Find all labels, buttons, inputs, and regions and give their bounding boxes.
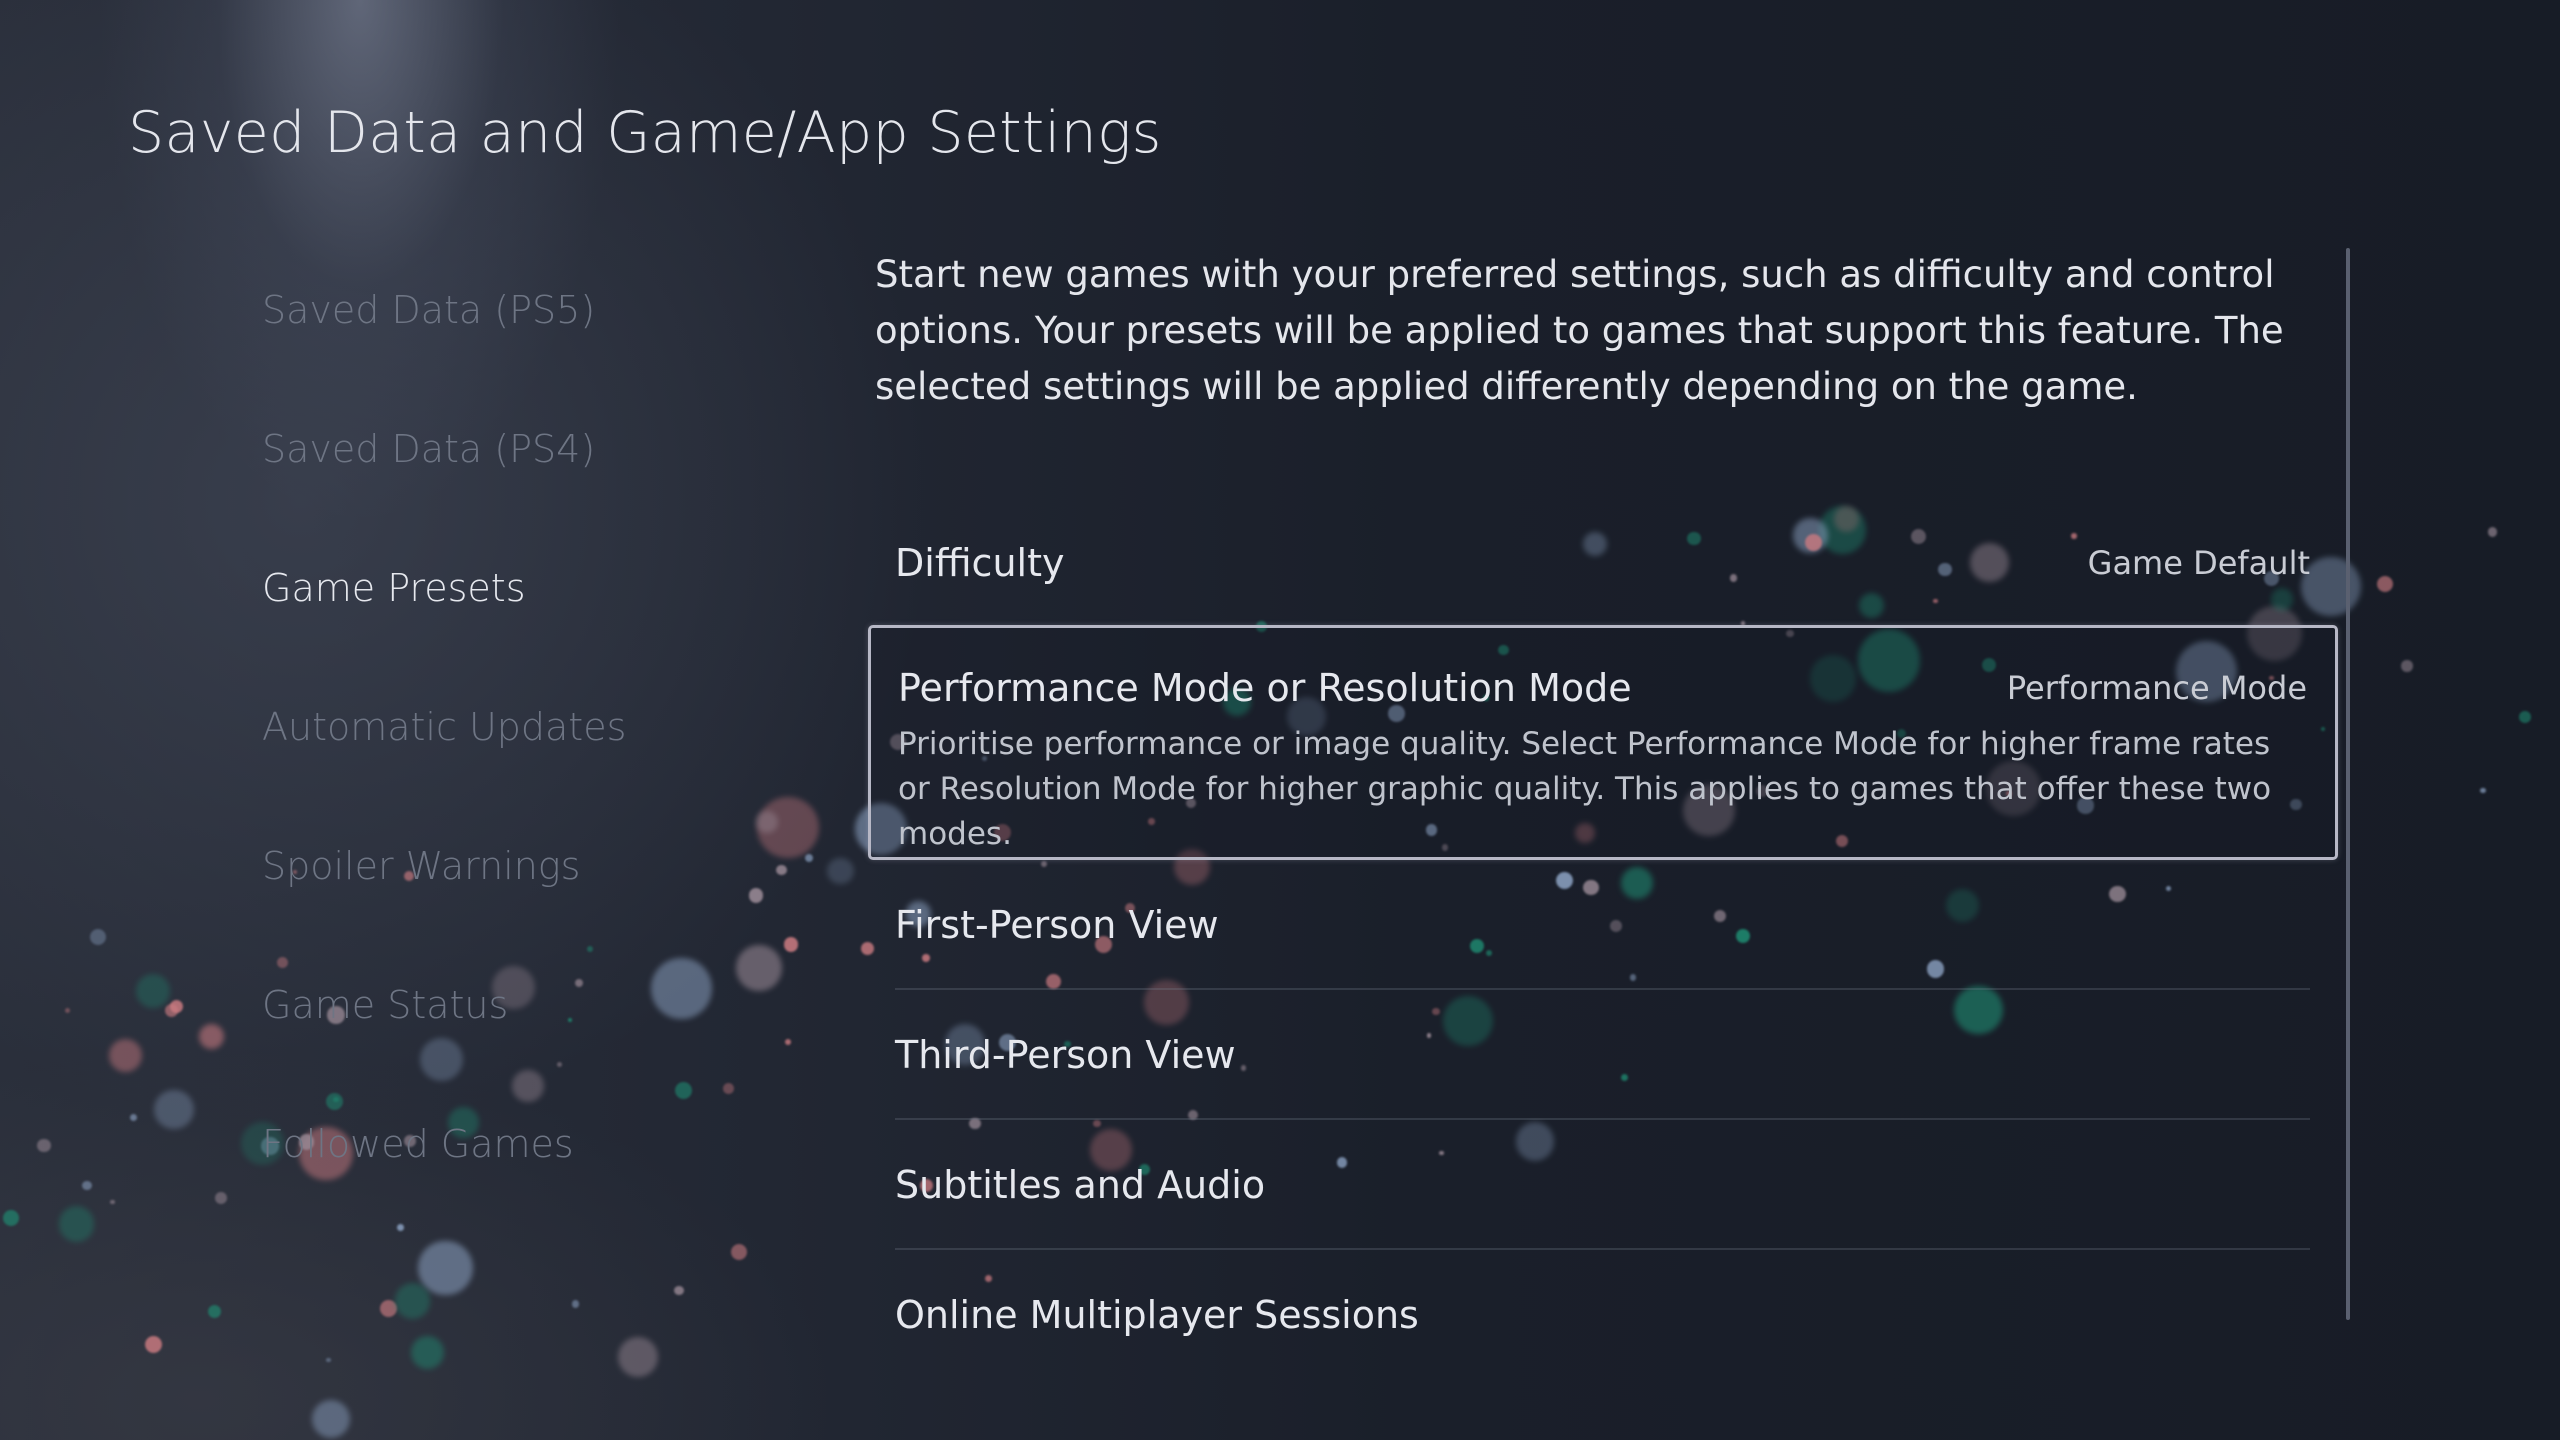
scrollbar[interactable] [2346,248,2350,1320]
setting-label: Difficulty [895,540,1065,585]
sidebar-nav: Saved Data (PS5) Saved Data (PS4) Game P… [262,280,626,1253]
setting-value: Performance Mode [2006,669,2307,707]
setting-label: First-Person View [895,903,1219,947]
setting-value: Game Default [2087,543,2310,582]
settings-list: Difficulty Game Default Performance Mode… [868,500,2338,1380]
setting-label: Online Multiplayer Sessions [895,1293,1419,1337]
page-title: Saved Data and Game/App Settings [128,100,1162,166]
sidebar-item-spoiler-warnings[interactable]: Spoiler Warnings [262,836,626,975]
section-description: Start new games with your preferred sett… [875,253,2284,408]
setting-row-performance-resolution-mode[interactable]: Performance Mode or Resolution Mode Perf… [868,625,2338,860]
setting-row-subtitles-audio[interactable]: Subtitles and Audio [868,1120,2338,1250]
setting-row-difficulty[interactable]: Difficulty Game Default [868,500,2338,625]
setting-row-third-person-view[interactable]: Third-Person View [868,990,2338,1120]
sidebar-item-game-presets[interactable]: Game Presets [262,558,626,697]
sidebar-item-automatic-updates[interactable]: Automatic Updates [262,697,626,836]
setting-label: Performance Mode or Resolution Mode [898,666,1632,710]
sidebar-item-saved-data-ps5[interactable]: Saved Data (PS5) [262,280,626,419]
setting-label: Subtitles and Audio [895,1163,1266,1207]
setting-hint: Prioritise performance or image quality.… [898,726,2272,852]
setting-row-online-multiplayer-sessions[interactable]: Online Multiplayer Sessions [868,1250,2338,1380]
setting-label: Third-Person View [895,1033,1236,1077]
sidebar-item-followed-games[interactable]: Followed Games [262,1114,626,1253]
sidebar-item-game-status[interactable]: Game Status [262,975,626,1114]
setting-row-first-person-view[interactable]: First-Person View [868,860,2338,990]
sidebar-item-saved-data-ps4[interactable]: Saved Data (PS4) [262,419,626,558]
